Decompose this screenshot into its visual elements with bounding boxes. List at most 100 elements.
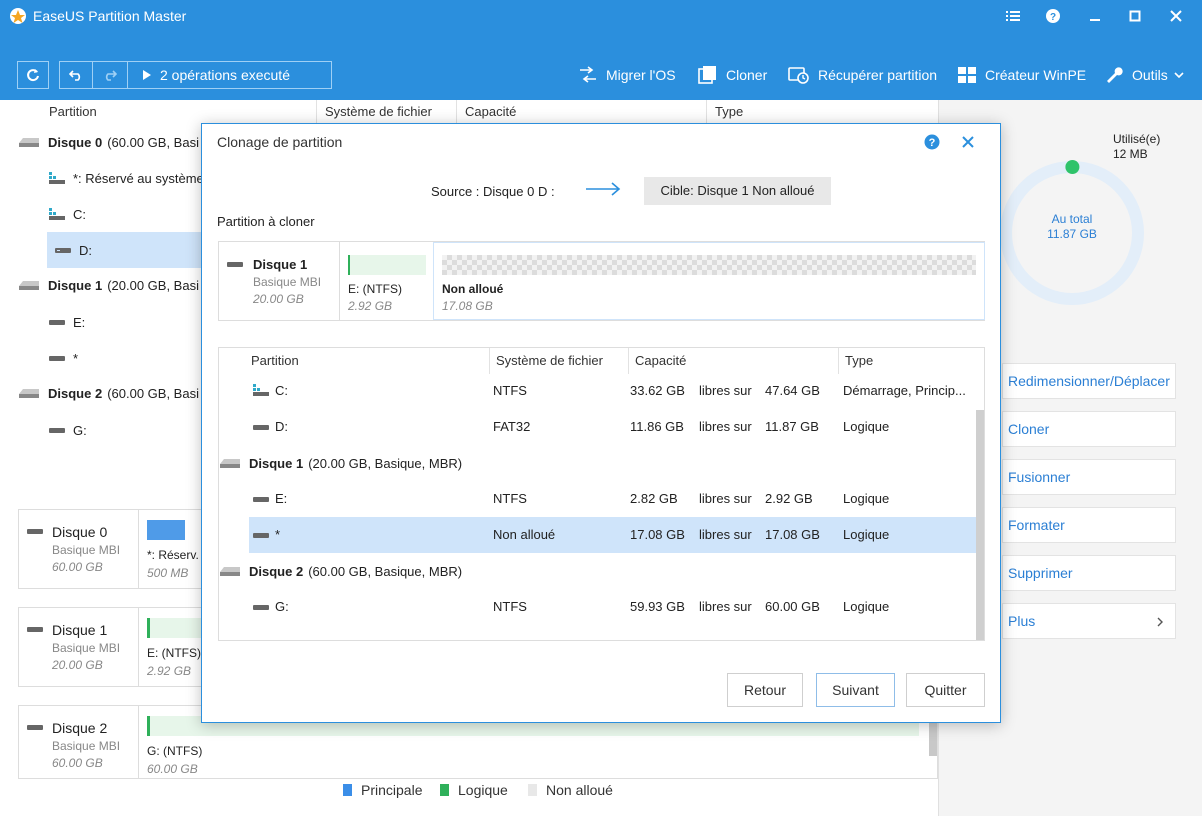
wrench-icon bbox=[1107, 67, 1123, 83]
scrollbar-thumb[interactable] bbox=[929, 720, 937, 756]
partition-icon bbox=[55, 248, 71, 253]
tools-menu[interactable]: Outils bbox=[1104, 62, 1192, 88]
table-disk-header[interactable]: Disque 1 (20.00 GB, Basique, MBR) bbox=[219, 452, 462, 474]
clone-icon bbox=[698, 66, 716, 84]
recover-partition-label: Récupérer partition bbox=[818, 67, 938, 83]
table-row[interactable]: G: NTFS 59.93 GB libres sur 60.00 GB Log… bbox=[249, 589, 977, 625]
resize-move-action[interactable]: Redimensionner/Déplacer bbox=[1002, 363, 1176, 399]
disk-card-info: Disque 1 Basique MBI 20.00 GB bbox=[19, 608, 139, 686]
format-action[interactable]: Formater bbox=[1002, 507, 1176, 543]
table-scrollbar-thumb[interactable] bbox=[976, 410, 984, 640]
table-row[interactable]: E: NTFS 2.82 GB libres sur 2.92 GB Logiq… bbox=[249, 481, 977, 517]
partition-bar-unallocated bbox=[442, 255, 976, 275]
tree-disk-1[interactable]: Disque 1 (20.00 GB, Basi bbox=[18, 275, 199, 295]
quit-button[interactable]: Quitter bbox=[906, 673, 985, 707]
column-capacity[interactable]: Capacité bbox=[457, 100, 707, 124]
cell-separator: libres sur bbox=[699, 383, 752, 398]
tree-partition-e[interactable]: E: bbox=[49, 312, 85, 332]
recover-partition-tool[interactable]: Récupérer partition bbox=[788, 62, 937, 88]
cell-partition: G: bbox=[275, 599, 289, 614]
pending-operations-button[interactable]: 2 opérations executé bbox=[127, 61, 332, 89]
legend-swatch bbox=[528, 784, 537, 796]
disk-0-name: Disque 0 bbox=[48, 134, 103, 150]
tree-partition-g[interactable]: G: bbox=[49, 420, 87, 440]
column-type[interactable]: Type bbox=[707, 100, 938, 124]
menu-icon[interactable] bbox=[993, 0, 1033, 32]
redo-button[interactable] bbox=[92, 61, 128, 89]
toolbar: 2 opérations executé Migrer l'OS Cloner … bbox=[0, 32, 1202, 100]
play-icon bbox=[143, 70, 151, 80]
partition-icon bbox=[253, 425, 269, 430]
disk-card-info: Disque 0 Basique MBI 60.00 GB bbox=[19, 510, 139, 588]
disk-card-type: Basique MBI bbox=[52, 641, 121, 655]
table-row-selected[interactable]: * Non alloué 17.08 GB libres sur 17.08 G… bbox=[249, 517, 977, 553]
tree-disk-0[interactable]: Disque 0 (60.00 GB, Basi bbox=[18, 132, 199, 152]
partition-icon bbox=[49, 320, 65, 325]
migrate-os-icon bbox=[580, 66, 596, 83]
partition-icon bbox=[253, 605, 269, 610]
table-header-capacity[interactable]: Capacité bbox=[629, 348, 839, 374]
legend-label: Non alloué bbox=[546, 782, 613, 798]
close-icon[interactable] bbox=[962, 136, 974, 148]
tree-partition-unallocated[interactable]: * bbox=[49, 348, 78, 368]
cell-filesystem: NTFS bbox=[493, 383, 527, 398]
preview-disk-type: Basique MBI bbox=[253, 275, 322, 289]
partition-clone-dialog: Clonage de partition ? Source : Disque 0… bbox=[201, 123, 1001, 723]
table-header-filesystem[interactable]: Système de fichier bbox=[490, 348, 629, 374]
column-filesystem[interactable]: Système de fichier bbox=[317, 100, 457, 124]
disk-card-type: Basique MBI bbox=[52, 543, 121, 557]
disk-card-name: Disque 1 bbox=[52, 622, 108, 638]
preview-unallocated-partition[interactable]: Non alloué 17.08 GB bbox=[433, 242, 985, 320]
more-action[interactable]: Plus bbox=[1002, 603, 1176, 639]
help-icon[interactable]: ? bbox=[1033, 0, 1073, 32]
back-button[interactable]: Retour bbox=[727, 673, 803, 707]
table-row[interactable]: C: NTFS 33.62 GB libres sur 47.64 GB Dém… bbox=[249, 373, 977, 409]
legend-label: Logique bbox=[458, 782, 508, 798]
cell-separator: libres sur bbox=[699, 527, 752, 542]
help-icon[interactable]: ? bbox=[924, 134, 940, 150]
cell-partition: E: bbox=[275, 491, 288, 506]
cell-type: Logique bbox=[843, 527, 890, 542]
winpe-creator-tool[interactable]: Créateur WinPE bbox=[957, 62, 1086, 88]
cell-partition: * bbox=[275, 527, 281, 542]
close-icon[interactable] bbox=[1156, 0, 1196, 32]
table-header-type[interactable]: Type bbox=[839, 348, 969, 374]
undo-button[interactable] bbox=[59, 61, 93, 89]
table-disk-header[interactable]: Disque 2 (60.00 GB, Basique, MBR) bbox=[219, 560, 462, 582]
disk-info: (20.00 GB, Basique, MBR) bbox=[308, 455, 463, 471]
next-button[interactable]: Suivant bbox=[816, 673, 895, 707]
table-row[interactable]: D: FAT32 11.86 GB libres sur 11.87 GB Lo… bbox=[249, 409, 977, 445]
delete-action[interactable]: Supprimer bbox=[1002, 555, 1176, 591]
clone-tool[interactable]: Cloner bbox=[698, 62, 767, 88]
partition-label: D: bbox=[79, 242, 92, 258]
system-partition-icon bbox=[49, 208, 65, 220]
minimize-icon[interactable] bbox=[1075, 0, 1115, 32]
chevron-right-icon bbox=[1157, 617, 1163, 627]
cell-filesystem: NTFS bbox=[493, 491, 527, 506]
cell-separator: libres sur bbox=[699, 491, 752, 506]
disk-card-name: Disque 2 bbox=[52, 720, 108, 736]
refresh-button[interactable] bbox=[17, 61, 49, 89]
disk-drive-icon bbox=[227, 262, 243, 267]
legend-swatch bbox=[343, 784, 352, 796]
column-partition[interactable]: Partition bbox=[41, 100, 317, 124]
table-header-partition[interactable]: Partition bbox=[245, 348, 490, 374]
disk-1-info: (20.00 GB, Basi bbox=[107, 277, 199, 293]
merge-action[interactable]: Fusionner bbox=[1002, 459, 1176, 495]
migrate-os-label: Migrer l'OS bbox=[606, 67, 676, 83]
preview-unallocated-label: Non alloué bbox=[442, 282, 504, 296]
tree-disk-2[interactable]: Disque 2 (60.00 GB, Basi bbox=[18, 383, 199, 403]
pending-operations-label: 2 opérations executé bbox=[160, 67, 290, 83]
app-title: EaseUS Partition Master bbox=[33, 8, 187, 24]
partition-bar-logical bbox=[147, 618, 207, 638]
disk-drive-icon bbox=[27, 725, 43, 730]
tree-partition-reserved[interactable]: *: Réservé au système bbox=[49, 168, 204, 188]
maximize-icon[interactable] bbox=[1115, 0, 1155, 32]
dialog-title: Clonage de partition bbox=[217, 134, 343, 150]
clone-action[interactable]: Cloner bbox=[1002, 411, 1176, 447]
cell-separator: libres sur bbox=[699, 599, 752, 614]
migrate-os-tool[interactable]: Migrer l'OS bbox=[578, 62, 676, 88]
tree-partition-c[interactable]: C: bbox=[49, 204, 86, 224]
arrow-right-icon bbox=[586, 182, 621, 196]
disk-0-info: (60.00 GB, Basi bbox=[107, 134, 199, 150]
